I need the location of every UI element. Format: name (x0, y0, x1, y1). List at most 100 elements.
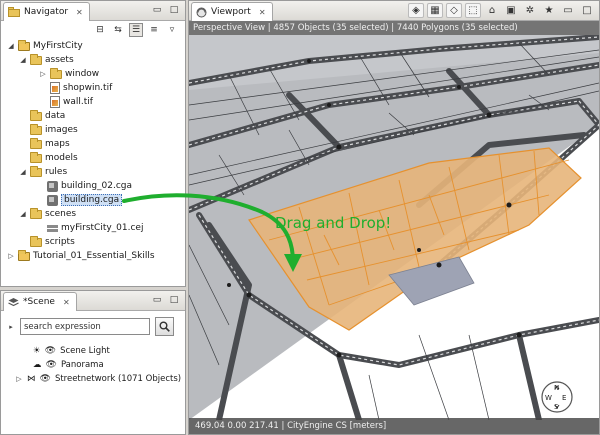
gear-icon[interactable]: ✲ (522, 3, 538, 18)
tree-item-label: scripts (45, 237, 75, 247)
collapsed-icon[interactable]: ▷ (39, 70, 47, 78)
folder-icon (30, 123, 42, 135)
folder-icon (30, 151, 42, 163)
tree-item-label: shopwin.tif (63, 83, 113, 93)
filter-icon[interactable]: ☰ (129, 23, 143, 37)
tree-item-folder[interactable]: models (30, 151, 78, 165)
project-icon (18, 249, 30, 261)
viewport-info-bar: Perspective View | 4857 Objects (35 sele… (189, 21, 599, 35)
close-icon[interactable]: ✕ (63, 298, 70, 307)
tree-item-label: rules (45, 167, 68, 177)
link-with-editor-icon[interactable]: ⇆ (111, 23, 125, 37)
tree-item-file-selected[interactable]: building.cga (47, 193, 123, 207)
eye-icon[interactable]: 👁 (40, 374, 51, 384)
expanded-icon[interactable]: ◢ (19, 168, 27, 176)
expanded-icon[interactable]: ◢ (7, 42, 15, 50)
tree-item-folder[interactable]: scripts (30, 235, 75, 249)
network-icon: ⋈ (27, 374, 36, 384)
tree-item-label: window (65, 69, 100, 79)
tree-item-folder[interactable]: ◢ rules (19, 165, 67, 179)
3d-scene[interactable]: N E S W (189, 35, 599, 420)
folder-icon (30, 207, 42, 219)
image-file-icon (50, 82, 60, 94)
folder-icon (30, 109, 42, 121)
navigator-panel: Navigator ✕ ▭ □ ⊟ ⇆ ☰ ≡ ▿ ◢ MyFirstCity … (0, 0, 186, 287)
expanded-icon[interactable]: ◢ (19, 56, 27, 64)
tab-viewport-label: Viewport (211, 7, 251, 17)
minimize-icon[interactable]: ▭ (150, 293, 164, 307)
navigator-folder-icon (8, 7, 20, 17)
tree-item-label: models (45, 153, 78, 163)
wireframe-view-icon[interactable]: ▦ (427, 3, 443, 18)
layer-label: Streetnetwork (1071 Objects) (54, 374, 182, 384)
star-icon[interactable]: ★ (541, 3, 557, 18)
close-icon[interactable]: ✕ (259, 8, 266, 17)
tab-scene-label: *Scene (23, 297, 55, 307)
tree-item-label: building.cga (61, 194, 123, 206)
tree-item-label: building_02.cga (61, 181, 133, 191)
tree-item-label: wall.tif (63, 97, 93, 107)
folder-icon (30, 235, 42, 247)
shaded-view-icon[interactable]: ⬚ (465, 3, 481, 18)
tree-item-project[interactable]: ◢ MyFirstCity (7, 39, 83, 53)
collapsed-icon[interactable]: ▷ (15, 375, 23, 383)
tree-item-file[interactable]: shopwin.tif (50, 81, 112, 95)
expanded-icon[interactable]: ◢ (19, 210, 27, 218)
tree-item-folder[interactable]: images (30, 123, 78, 137)
layer-row[interactable]: ▷ ⋈ 👁 Streetnetwork (1071 Objects) (15, 372, 181, 386)
layer-row[interactable]: ☀ 👁 Scene Light (33, 344, 110, 358)
cga-rule-icon (47, 180, 58, 192)
tree-item-folder[interactable]: ◢ scenes (19, 207, 76, 221)
solid-view-icon[interactable]: ◈ (408, 3, 424, 18)
viewport-panel[interactable]: Viewport ✕ ◈ ▦ ◇ ⬚ ⌂ ▣ ✲ ★ ▭ □ N E S W P… (188, 0, 600, 435)
eye-icon[interactable]: 👁 (45, 346, 56, 356)
tab-viewport[interactable]: Viewport ✕ (191, 2, 273, 21)
tree-item-folder[interactable]: ◢ assets (19, 53, 74, 67)
collapse-all-icon[interactable]: ⊟ (93, 23, 107, 37)
textured-view-icon[interactable]: ◇ (446, 3, 462, 18)
eye-icon[interactable]: 👁 (46, 360, 57, 370)
tab-scene[interactable]: *Scene ✕ (3, 292, 77, 311)
tree-item-label: myFirstCity_01.cej (61, 223, 144, 233)
tree-item-file[interactable]: wall.tif (50, 95, 93, 109)
list-view-icon[interactable]: ≡ (147, 23, 161, 37)
compass-north: N (554, 384, 559, 392)
tab-navigator[interactable]: Navigator ✕ (3, 2, 90, 21)
scene-tabbar: *Scene ✕ ▭ □ (1, 291, 185, 311)
compass-west: W (545, 394, 552, 402)
close-icon[interactable]: ✕ (76, 8, 83, 17)
view-menu-icon[interactable]: ▿ (165, 23, 179, 37)
folder-icon (30, 53, 42, 65)
project-icon (18, 39, 30, 51)
search-options-icon[interactable]: ▸ (7, 323, 15, 331)
maximize-icon[interactable]: □ (579, 3, 595, 18)
minimize-icon[interactable]: ▭ (560, 3, 576, 18)
minimize-icon[interactable]: ▭ (150, 3, 164, 17)
layers-icon (8, 298, 19, 307)
scene-panel: *Scene ✕ ▭ □ ▸ ☀ 👁 Scene Light ☁ 👁 Panor… (0, 290, 186, 435)
tree-item-project[interactable]: ▷ Tutorial_01_Essential_Skills (7, 249, 155, 263)
tree-item-file[interactable]: myFirstCity_01.cej (47, 221, 143, 235)
layer-label: Scene Light (60, 346, 110, 356)
compass-widget[interactable]: N E S W (541, 381, 573, 413)
layer-row[interactable]: ☁ 👁 Panorama (33, 358, 104, 372)
camera-icon[interactable]: ▣ (503, 3, 519, 18)
collapsed-icon[interactable]: ▷ (7, 252, 15, 260)
tree-item-file[interactable]: building_02.cga (47, 179, 132, 193)
navigator-toolbar: ⊟ ⇆ ☰ ≡ ▿ (93, 23, 179, 37)
sun-icon: ☀ (33, 346, 41, 356)
maximize-icon[interactable]: □ (167, 293, 181, 307)
tree-item-folder[interactable]: data (30, 109, 65, 123)
tree-item-label: Tutorial_01_Essential_Skills (33, 251, 155, 261)
tree-item-label: MyFirstCity (33, 41, 83, 51)
file-tree: ◢ MyFirstCity ◢ assets ▷ window shopwin.… (1, 37, 185, 286)
search-input[interactable] (20, 318, 150, 335)
tab-navigator-label: Navigator (24, 7, 69, 17)
tree-item-folder[interactable]: ▷ window (39, 67, 99, 81)
viewport-status-bar: 469.04 0.00 217.41 | CityEngine CS [mete… (189, 418, 599, 434)
search-button[interactable] (155, 317, 174, 336)
tree-item-label: data (45, 111, 66, 121)
tree-item-folder[interactable]: maps (30, 137, 70, 151)
maximize-icon[interactable]: □ (167, 3, 181, 17)
bookmark-icon[interactable]: ⌂ (484, 3, 500, 18)
